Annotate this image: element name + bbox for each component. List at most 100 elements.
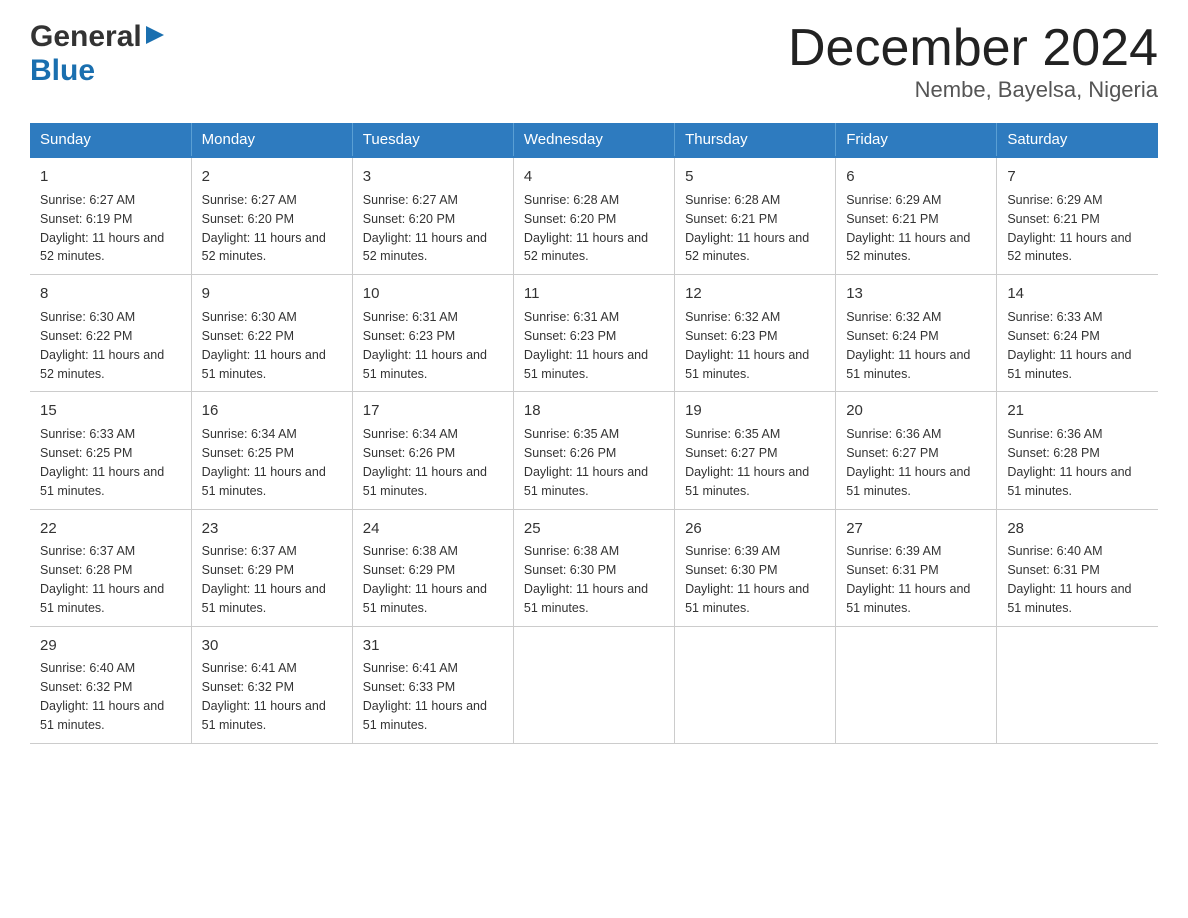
day-info: Sunrise: 6:31 AMSunset: 6:23 PMDaylight:… bbox=[363, 310, 487, 381]
day-number: 31 bbox=[363, 635, 503, 657]
day-number: 27 bbox=[846, 518, 986, 540]
day-number: 9 bbox=[202, 283, 342, 305]
page-subtitle: Nembe, Bayelsa, Nigeria bbox=[788, 77, 1158, 103]
calendar-cell bbox=[675, 626, 836, 743]
day-number: 3 bbox=[363, 166, 503, 188]
calendar-cell: 15Sunrise: 6:33 AMSunset: 6:25 PMDayligh… bbox=[30, 392, 191, 509]
calendar-cell: 14 Sunrise: 6:33 AMSunset: 6:24 PMDayligh… bbox=[997, 275, 1158, 392]
day-number: 28 bbox=[1007, 518, 1148, 540]
day-info: Sunrise: 6:37 AMSunset: 6:28 PMDaylight:… bbox=[40, 544, 164, 615]
day-info: Sunrise: 6:31 AMSunset: 6:23 PMDaylight:… bbox=[524, 310, 648, 381]
day-info: Sunrise: 6:38 AMSunset: 6:30 PMDaylight:… bbox=[524, 544, 648, 615]
day-info: Sunrise: 6:27 AMSunset: 6:20 PMDaylight:… bbox=[363, 193, 487, 264]
day-info: Sunrise: 6:35 AMSunset: 6:27 PMDaylight:… bbox=[685, 427, 809, 498]
page-title: December 2024 bbox=[788, 20, 1158, 77]
calendar-header-row: SundayMondayTuesdayWednesdayThursdayFrid… bbox=[30, 123, 1158, 157]
day-number: 30 bbox=[202, 635, 342, 657]
day-info: Sunrise: 6:33 AMSunset: 6:24 PMDaylight:… bbox=[1007, 310, 1131, 381]
calendar-cell bbox=[997, 626, 1158, 743]
day-info: Sunrise: 6:36 AMSunset: 6:27 PMDaylight:… bbox=[846, 427, 970, 498]
day-info: Sunrise: 6:40 AMSunset: 6:32 PMDaylight:… bbox=[40, 661, 164, 732]
day-info: Sunrise: 6:40 AMSunset: 6:31 PMDaylight:… bbox=[1007, 544, 1131, 615]
day-info: Sunrise: 6:27 AMSunset: 6:19 PMDaylight:… bbox=[40, 193, 164, 264]
day-number: 22 bbox=[40, 518, 181, 540]
col-header-tuesday: Tuesday bbox=[352, 123, 513, 157]
calendar-cell: 26 Sunrise: 6:39 AMSunset: 6:30 PMDayligh… bbox=[675, 509, 836, 626]
calendar-cell: 19 Sunrise: 6:35 AMSunset: 6:27 PMDayligh… bbox=[675, 392, 836, 509]
logo-arrow-icon bbox=[144, 24, 166, 51]
col-header-sunday: Sunday bbox=[30, 123, 191, 157]
day-number: 6 bbox=[846, 166, 986, 188]
title-block: December 2024 Nembe, Bayelsa, Nigeria bbox=[788, 20, 1158, 103]
calendar-cell: 24 Sunrise: 6:38 AMSunset: 6:29 PMDayligh… bbox=[352, 509, 513, 626]
day-number: 26 bbox=[685, 518, 825, 540]
col-header-thursday: Thursday bbox=[675, 123, 836, 157]
day-number: 19 bbox=[685, 400, 825, 422]
calendar-week-row: 22 Sunrise: 6:37 AMSunset: 6:28 PMDayligh… bbox=[30, 509, 1158, 626]
calendar-week-row: 8Sunrise: 6:30 AMSunset: 6:22 PMDaylight… bbox=[30, 275, 1158, 392]
calendar-cell: 10Sunrise: 6:31 AMSunset: 6:23 PMDayligh… bbox=[352, 275, 513, 392]
day-number: 1 bbox=[40, 166, 181, 188]
calendar-cell: 30Sunrise: 6:41 AMSunset: 6:32 PMDayligh… bbox=[191, 626, 352, 743]
calendar-cell: 4Sunrise: 6:28 AMSunset: 6:20 PMDaylight… bbox=[513, 157, 674, 275]
calendar-cell: 1 Sunrise: 6:27 AMSunset: 6:19 PMDaylight… bbox=[30, 157, 191, 275]
calendar-table: SundayMondayTuesdayWednesdayThursdayFrid… bbox=[30, 123, 1158, 744]
day-info: Sunrise: 6:29 AMSunset: 6:21 PMDaylight:… bbox=[846, 193, 970, 264]
day-number: 2 bbox=[202, 166, 342, 188]
day-info: Sunrise: 6:34 AMSunset: 6:26 PMDaylight:… bbox=[363, 427, 487, 498]
day-info: Sunrise: 6:36 AMSunset: 6:28 PMDaylight:… bbox=[1007, 427, 1131, 498]
day-number: 12 bbox=[685, 283, 825, 305]
day-number: 17 bbox=[363, 400, 503, 422]
day-info: Sunrise: 6:29 AMSunset: 6:21 PMDaylight:… bbox=[1007, 193, 1131, 264]
day-info: Sunrise: 6:41 AMSunset: 6:33 PMDaylight:… bbox=[363, 661, 487, 732]
calendar-week-row: 1 Sunrise: 6:27 AMSunset: 6:19 PMDaylight… bbox=[30, 157, 1158, 275]
calendar-cell: 29Sunrise: 6:40 AMSunset: 6:32 PMDayligh… bbox=[30, 626, 191, 743]
day-info: Sunrise: 6:30 AMSunset: 6:22 PMDaylight:… bbox=[202, 310, 326, 381]
day-info: Sunrise: 6:37 AMSunset: 6:29 PMDaylight:… bbox=[202, 544, 326, 615]
calendar-week-row: 29Sunrise: 6:40 AMSunset: 6:32 PMDayligh… bbox=[30, 626, 1158, 743]
day-number: 11 bbox=[524, 283, 664, 305]
day-number: 25 bbox=[524, 518, 664, 540]
day-info: Sunrise: 6:27 AMSunset: 6:20 PMDaylight:… bbox=[202, 193, 326, 264]
calendar-cell: 27 Sunrise: 6:39 AMSunset: 6:31 PMDayligh… bbox=[836, 509, 997, 626]
day-info: Sunrise: 6:32 AMSunset: 6:23 PMDaylight:… bbox=[685, 310, 809, 381]
logo: General Blue bbox=[30, 20, 166, 88]
day-info: Sunrise: 6:34 AMSunset: 6:25 PMDaylight:… bbox=[202, 427, 326, 498]
calendar-cell: 9 Sunrise: 6:30 AMSunset: 6:22 PMDaylight… bbox=[191, 275, 352, 392]
calendar-cell: 31 Sunrise: 6:41 AMSunset: 6:33 PMDayligh… bbox=[352, 626, 513, 743]
day-info: Sunrise: 6:39 AMSunset: 6:31 PMDaylight:… bbox=[846, 544, 970, 615]
calendar-cell: 11 Sunrise: 6:31 AMSunset: 6:23 PMDayligh… bbox=[513, 275, 674, 392]
calendar-cell: 8Sunrise: 6:30 AMSunset: 6:22 PMDaylight… bbox=[30, 275, 191, 392]
day-info: Sunrise: 6:28 AMSunset: 6:21 PMDaylight:… bbox=[685, 193, 809, 264]
day-number: 23 bbox=[202, 518, 342, 540]
day-info: Sunrise: 6:32 AMSunset: 6:24 PMDaylight:… bbox=[846, 310, 970, 381]
calendar-cell: 12 Sunrise: 6:32 AMSunset: 6:23 PMDayligh… bbox=[675, 275, 836, 392]
calendar-cell: 2 Sunrise: 6:27 AMSunset: 6:20 PMDaylight… bbox=[191, 157, 352, 275]
day-info: Sunrise: 6:33 AMSunset: 6:25 PMDaylight:… bbox=[40, 427, 164, 498]
day-number: 16 bbox=[202, 400, 342, 422]
calendar-week-row: 15Sunrise: 6:33 AMSunset: 6:25 PMDayligh… bbox=[30, 392, 1158, 509]
day-number: 14 bbox=[1007, 283, 1148, 305]
day-info: Sunrise: 6:39 AMSunset: 6:30 PMDaylight:… bbox=[685, 544, 809, 615]
day-number: 13 bbox=[846, 283, 986, 305]
calendar-cell: 28 Sunrise: 6:40 AMSunset: 6:31 PMDayligh… bbox=[997, 509, 1158, 626]
day-number: 18 bbox=[524, 400, 664, 422]
calendar-cell bbox=[836, 626, 997, 743]
day-number: 4 bbox=[524, 166, 664, 188]
calendar-cell: 13 Sunrise: 6:32 AMSunset: 6:24 PMDayligh… bbox=[836, 275, 997, 392]
col-header-friday: Friday bbox=[836, 123, 997, 157]
calendar-cell: 20 Sunrise: 6:36 AMSunset: 6:27 PMDayligh… bbox=[836, 392, 997, 509]
day-number: 20 bbox=[846, 400, 986, 422]
day-number: 5 bbox=[685, 166, 825, 188]
col-header-wednesday: Wednesday bbox=[513, 123, 674, 157]
calendar-cell: 22 Sunrise: 6:37 AMSunset: 6:28 PMDayligh… bbox=[30, 509, 191, 626]
logo-blue-text: Blue bbox=[30, 54, 95, 88]
day-info: Sunrise: 6:38 AMSunset: 6:29 PMDaylight:… bbox=[363, 544, 487, 615]
day-number: 24 bbox=[363, 518, 503, 540]
calendar-cell: 17 Sunrise: 6:34 AMSunset: 6:26 PMDayligh… bbox=[352, 392, 513, 509]
day-info: Sunrise: 6:30 AMSunset: 6:22 PMDaylight:… bbox=[40, 310, 164, 381]
calendar-cell: 3 Sunrise: 6:27 AMSunset: 6:20 PMDaylight… bbox=[352, 157, 513, 275]
calendar-cell: 18Sunrise: 6:35 AMSunset: 6:26 PMDayligh… bbox=[513, 392, 674, 509]
calendar-cell: 25 Sunrise: 6:38 AMSunset: 6:30 PMDayligh… bbox=[513, 509, 674, 626]
page-header: General Blue December 2024 Nembe, Bayels… bbox=[30, 20, 1158, 103]
